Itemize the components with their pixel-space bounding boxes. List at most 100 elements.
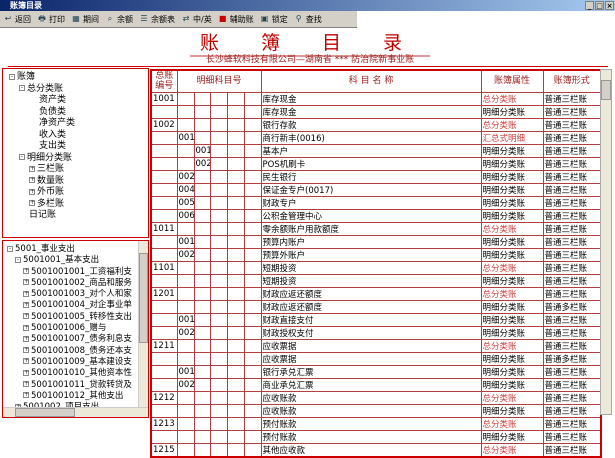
tree-item[interactable]: + 外币账 [9, 187, 148, 199]
table-row[interactable]: 库存现金 明细分类账 普通三栏账 [150, 104, 602, 119]
table-row[interactable]: 1211 应收票据 总分类账 普通三栏账 [150, 338, 602, 353]
tree-item[interactable]: +5001001010_其他资本性 [7, 368, 148, 379]
table-row[interactable]: 1201 财政应返还额度 总分类账 普通三栏账 [150, 286, 602, 301]
cell-name: 基本户 [260, 143, 482, 158]
expand-icon[interactable]: + [23, 358, 29, 365]
tree-item[interactable]: 净资产类 [9, 118, 148, 130]
expand-icon[interactable]: + [23, 369, 29, 376]
toolbar-button-2[interactable]: ▦ 期间 [71, 14, 99, 25]
table-row[interactable]: 002 POS机刷卡明细分类账普通三栏账 [150, 156, 602, 171]
collapse-icon[interactable]: - [15, 256, 21, 263]
collapse-icon[interactable]: - [9, 73, 15, 80]
maximize-button[interactable]: □ [595, 1, 604, 10]
expand-icon[interactable]: + [29, 188, 35, 195]
toolbar-button-0[interactable]: ↩ 返回 [3, 14, 31, 25]
table-row[interactable]: 短期投资 明细分类账 普通三栏账 [150, 273, 602, 288]
cell-detail-3 [209, 169, 228, 184]
tree-item[interactable]: + 数量账 [9, 176, 148, 188]
expand-icon[interactable]: + [23, 324, 29, 331]
table-row[interactable]: 财政应返还额度 明细分类账 普通多栏账 [150, 299, 602, 314]
cell-detail-2 [193, 416, 211, 431]
table-row[interactable]: 002 财政授权支付 明细分类账 普通三栏账 [150, 325, 602, 340]
tree-item[interactable]: -5001001_基本支出 [7, 255, 148, 266]
tree-item[interactable]: +5001001004_对企事业单 [7, 300, 148, 311]
table-row[interactable]: 002 预算外账户 明细分类账 普通三栏账 [150, 247, 602, 262]
expand-icon[interactable]: + [29, 177, 35, 183]
tree-item[interactable]: - 明细分类账 [9, 153, 148, 165]
table-row[interactable]: 应收票据 明细分类账 普通多栏账 [150, 351, 602, 366]
tree-item[interactable]: + 多栏账 [9, 199, 148, 211]
tree-item[interactable]: +5001001009_基本建设支 [7, 357, 148, 368]
expand-icon[interactable]: + [23, 313, 29, 320]
expand-icon[interactable]: + [29, 200, 35, 206]
table-row[interactable]: 1213 预付账款 总分类账 普通三栏账 [150, 416, 602, 431]
tree-item[interactable]: 日记账 [9, 210, 148, 222]
table-row[interactable]: 1215 其他应收款 总分类账 普通三栏账 [150, 442, 602, 457]
tree-item[interactable]: 负债类 [9, 107, 148, 119]
table-row[interactable]: 001 商行新丰(0016) 汇总式明细 普通三栏账 [150, 130, 602, 145]
tree-item[interactable]: 收入类 [9, 130, 148, 142]
tree-item[interactable]: +5001001001_工资福利支 [7, 267, 148, 278]
account-tree-hscroll[interactable] [3, 407, 148, 417]
tree-item[interactable]: -5001_事业支出 [7, 244, 148, 255]
table-row[interactable]: 1101 短期投资 总分类账 普通三栏账 [150, 260, 602, 275]
minimize-button[interactable]: _ [585, 1, 594, 10]
expand-icon[interactable]: + [23, 301, 29, 308]
cell-attr: 明细分类账 [480, 312, 544, 327]
table-row[interactable]: 006 公积金管理中心 明细分类账 普通三栏账 [150, 208, 602, 223]
tree-item[interactable]: +5001001007_债务利息支 [7, 334, 148, 345]
expand-icon[interactable]: + [23, 335, 29, 342]
collapse-icon[interactable]: - [19, 85, 25, 91]
tree-item[interactable]: +5001001008_债务还本支 [7, 346, 148, 357]
toolbar-button-4[interactable]: ☰ 余额表 [139, 14, 175, 25]
toolbar-button-8[interactable]: ⚲ 查找 [294, 14, 322, 25]
collapse-icon[interactable]: - [7, 245, 13, 252]
toolbar-button-1[interactable]: 🖶 打印 [37, 14, 65, 25]
table-row[interactable]: 001 预算内账户 明细分类账 普通三栏账 [150, 234, 602, 249]
calendar-icon: ▦ [72, 14, 80, 23]
tree-item[interactable]: +5001001011_贷款转贷及 [7, 380, 148, 391]
expand-icon[interactable]: + [23, 290, 29, 297]
divider [8, 66, 608, 67]
tree-item[interactable]: +5001001012_其他支出 [7, 391, 148, 402]
tree-item[interactable]: +5001001005_转移性支出 [7, 312, 148, 323]
account-tree-vscroll[interactable] [138, 241, 148, 409]
expand-icon[interactable]: + [23, 381, 29, 388]
collapse-icon[interactable]: - [19, 154, 25, 160]
table-row[interactable]: 001 财政直接支付 明细分类账 普通三栏账 [150, 312, 602, 327]
tree-item[interactable]: +5001001006_赠与 [7, 323, 148, 334]
cell-attr: 总分类账 [480, 390, 544, 405]
table-row[interactable]: 002 商业承兑汇票 明细分类账 普通三栏账 [150, 377, 602, 392]
toolbar-button-5[interactable]: ⇄ 中/英 [181, 14, 212, 25]
table-row[interactable]: 004 保证金专户(0017) 明细分类账 普通三栏账 [150, 182, 602, 197]
table-row[interactable]: 001 基本户明细分类账普通三栏账 [150, 143, 602, 158]
expand-icon[interactable]: + [23, 279, 29, 286]
table-row[interactable]: 应收账款 明细分类账 普通三栏账 [150, 403, 602, 418]
tree-item[interactable]: 资产类 [9, 95, 148, 107]
table-row[interactable]: 1212 应收账款 总分类账 普通三栏账 [150, 390, 602, 405]
toolbar-button-7[interactable]: ▣ 锁定 [260, 14, 288, 25]
tree-item[interactable]: - 总分类账 [9, 84, 148, 96]
cell-detail-3 [209, 182, 228, 197]
tree-item[interactable]: +5001001002_商品和服务 [7, 278, 148, 289]
cell-detail-1: 005 [176, 195, 195, 210]
tree-item[interactable]: +5001001003_对个人和家 [7, 289, 148, 300]
expand-icon[interactable]: + [23, 347, 29, 354]
tree-item[interactable]: - 账簿 [9, 72, 148, 84]
table-row[interactable]: 1002 银行存款 总分类账 普通三栏账 [150, 117, 602, 132]
table-vscroll[interactable] [600, 69, 612, 415]
table-row[interactable]: 预付账款 明细分类账 普通三栏账 [150, 429, 602, 444]
table-row[interactable]: 1011 零余额账户用款额度 总分类账 普通三栏账 [150, 221, 602, 236]
expand-icon[interactable]: + [23, 392, 29, 399]
expand-icon[interactable]: + [29, 165, 35, 172]
table-row[interactable]: 1001 库存现金 总分类账 普通三栏账 [150, 91, 602, 106]
expand-icon[interactable]: + [23, 268, 29, 275]
tree-item[interactable]: + 三栏账 [9, 164, 148, 176]
tree-item[interactable]: 支出类 [9, 141, 148, 153]
table-row[interactable]: 002 民生银行 明细分类账 普通三栏账 [150, 169, 602, 184]
table-row[interactable]: 005 财政专户 明细分类账 普通三栏账 [150, 195, 602, 210]
table-row[interactable]: 001 银行承兑汇票 明细分类账 普通三栏账 [150, 364, 602, 379]
toolbar-button-3[interactable]: ⌕ 余额 [105, 14, 133, 25]
toolbar-button-6[interactable]: ■ 辅助账 [218, 14, 254, 25]
close-button[interactable]: × [605, 1, 614, 10]
